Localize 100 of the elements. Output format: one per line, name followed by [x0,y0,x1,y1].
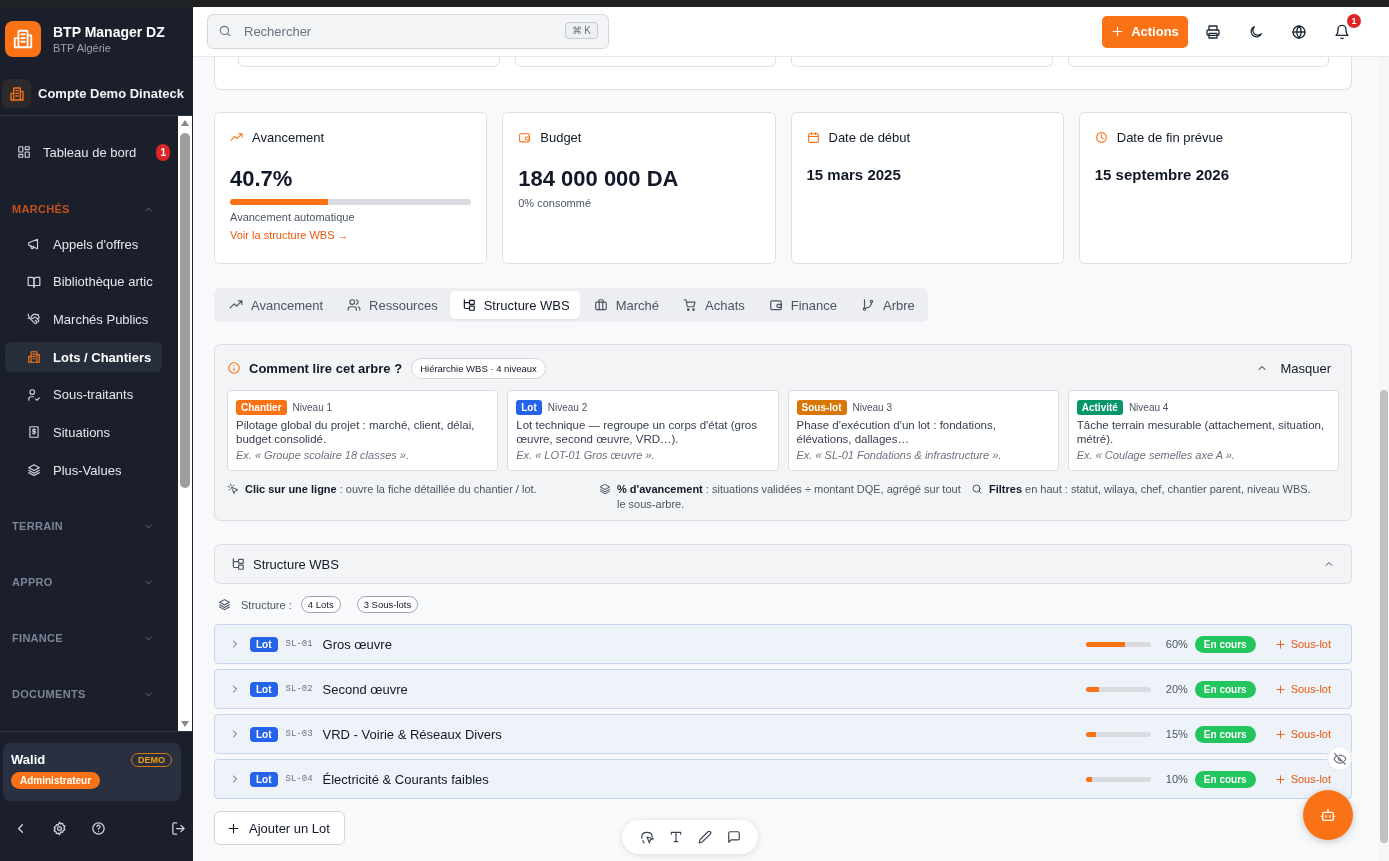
app-title: BTP Manager DZ [53,23,165,41]
handshake-icon [27,312,41,327]
grid-icon [17,145,31,159]
row-name: Électricité & Courants faibles [322,771,489,787]
layers-icon [27,463,41,478]
hierarchy-tag: Hiérarchie WBS · 4 niveaux [411,357,546,379]
building-icon [2,79,31,108]
level-example: Ex. « SL-01 Fondations & infrastructure ». [796,448,1003,462]
plus-icon [1274,773,1286,785]
stat-note: 0% consommé [518,197,591,209]
lasso-select-icon[interactable] [639,830,654,844]
nav-item[interactable]: Sous-traitants [5,379,162,410]
wallet-icon [518,130,532,144]
printer-icon[interactable] [1205,23,1221,40]
plus-icon [1111,25,1125,38]
nav-item[interactable]: Lots / Chantiers [5,342,162,373]
nav-item[interactable]: Plus-Values [5,455,162,486]
stat-title: Date de début [828,129,911,145]
level-label: Niveau 4 [1128,402,1169,413]
stat-title: Date de fin prévue [1116,129,1223,145]
nav-item[interactable]: Appels d'offres [5,229,162,259]
row-percent: 20% [1165,683,1188,695]
user-name: Walid [11,752,46,767]
nav-item[interactable]: Bibliothèque artic [5,266,162,297]
user-check-icon [27,387,41,402]
tree-icon [461,298,476,312]
level-example: Ex. « Coulage semelles axe A ». [1076,448,1236,462]
row-code: SL-02 [285,684,313,694]
section-title: Structure WBS [253,556,339,572]
trending-up-icon [230,130,243,144]
section-header[interactable]: MARCHÉS [0,194,178,224]
plus-icon [1274,728,1286,740]
status-tag: En cours [1194,725,1256,743]
role-tag: Administrateur [11,772,101,789]
tab[interactable]: Marché [581,291,669,319]
book-icon [27,274,41,289]
stat-value: 15 mars 2025 [806,165,901,185]
search-icon [971,483,983,495]
level-tag: Lot [516,400,542,415]
nav-item[interactable]: Situations [5,417,162,448]
hide-button[interactable]: Masquer [1256,360,1331,376]
row-code: SL-03 [285,729,313,739]
tab[interactable]: Avancement [217,291,334,319]
stat-value: 40.7% [230,165,293,193]
plus-icon [1274,683,1286,695]
guide-note: % d'avancement : situations validées ÷ montant DQE, agrégé sur tout le sous-arbre. [617,482,962,512]
lot-tag: Lot [250,771,278,787]
account-switcher[interactable]: Compte Demo Dinateck [2,79,193,108]
stat-title: Budget [540,129,582,145]
level-label: Niveau 3 [852,402,892,413]
level-description: Phase d'exécution d'un lot : fondations, élévations, dallages… [796,418,997,446]
structure-label: Structure : [241,598,292,611]
branch-icon [861,298,875,312]
stat-title: Avancement [252,129,325,145]
section-header[interactable]: DOCUMENTS [0,679,178,710]
tab[interactable]: Achats [671,291,755,319]
lot-tag: Lot [250,681,278,697]
scrollbar[interactable] [1378,57,1389,861]
section-header[interactable]: FINANCE [0,623,178,654]
section-header[interactable]: APPRO [0,567,178,598]
bot-icon [1320,807,1336,823]
level-tag: Sous-lot [796,400,847,415]
wbs-link[interactable]: Voir la structure WBS → [230,229,349,241]
globe-icon[interactable] [1291,23,1307,40]
count-tag: 3 Sous-lots [356,596,419,613]
tab[interactable]: Ressources [335,291,448,319]
add-lot-button[interactable]: Ajouter un Lot [214,811,345,845]
layers-icon [218,598,231,611]
briefcase-icon [593,298,608,312]
text-tool-icon[interactable] [668,830,683,844]
stat-note: Avancement automatique [230,211,355,223]
assistant-button[interactable] [1303,790,1353,840]
wallet-icon [768,298,783,312]
dollar-document-icon [27,425,41,440]
level-example: Ex. « Groupe scolaire 18 classes ». [236,448,411,462]
row-name: Gros œuvre [322,636,392,652]
search-icon [218,24,232,38]
tab[interactable]: Arbre [849,291,925,319]
notification-badge: 1 [156,143,171,161]
building-icon [27,350,41,365]
tree-icon [231,557,245,571]
logout-icon[interactable] [171,820,186,836]
comment-icon[interactable] [726,830,741,844]
moon-icon[interactable] [1248,23,1264,40]
guide-title: Comment lire cet arbre ? [249,360,403,376]
scrollbar[interactable] [178,116,192,731]
bell-icon[interactable] [1334,23,1350,40]
tab[interactable]: Structure WBS [449,291,580,319]
level-example: Ex. « LOT-01 Gros œuvre ». [516,448,656,462]
help-icon[interactable] [91,820,106,836]
tab[interactable]: Finance [756,291,847,319]
section-header[interactable]: Structure WBS [214,544,1352,584]
lot-tag: Lot [250,726,278,742]
section-header[interactable]: TERRAIN [0,511,178,542]
row-code: SL-01 [285,639,313,649]
count-tag: 4 Lots [300,596,341,613]
nav-item[interactable]: Marchés Publics [5,304,162,335]
pencil-icon[interactable] [697,830,712,844]
settings-icon[interactable] [52,820,67,836]
megaphone-icon [27,237,41,251]
